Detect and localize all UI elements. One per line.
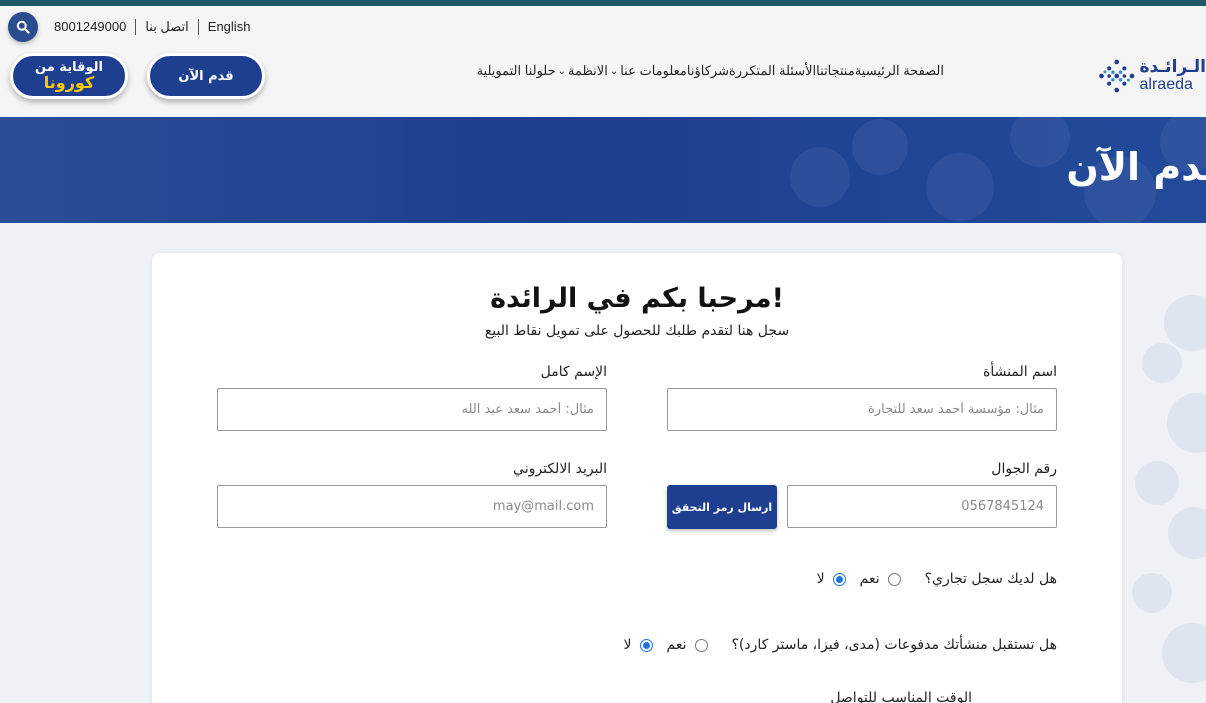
logo-arabic: الـرائـدة <box>1139 56 1206 77</box>
decorative-pattern <box>1122 223 1206 703</box>
registration-form-card: مرحبا بكم في الرائدة! سجل هنا لتقدم طلبك… <box>152 253 1122 703</box>
nav-about[interactable]: معلومات عنا ⌄ <box>608 63 687 79</box>
fullname-label: الإسم كامل <box>540 364 607 380</box>
site-header: 8001249000 اتصل بنا English الوقاية من ك… <box>0 6 1206 117</box>
radio-no[interactable] <box>639 638 653 652</box>
send-verification-button[interactable]: ارسال رمز التحقق <box>667 485 777 529</box>
corona-line2: كورونا <box>43 73 95 92</box>
option-yes-label: نعم <box>666 637 687 653</box>
utility-bar: 8001249000 اتصل بنا English <box>8 12 259 42</box>
nav-solutions[interactable]: حلولنا التمويلية <box>477 63 556 79</box>
commercial-register-question: هل لديك سجل تجاري؟ نعم لا <box>815 571 1057 587</box>
nav-regulations[interactable]: الانظمة ⌄ <box>556 63 608 79</box>
nav-label: منتجاتنا <box>816 63 855 78</box>
nav-faq[interactable]: الأسئلة المتكررة <box>729 63 816 79</box>
option-no-label: لا <box>623 637 632 653</box>
question-text: هل تستقبل منشأتك مدفوعات (مدى، فيزا، ماس… <box>731 637 1058 653</box>
nav-products[interactable]: منتجاتنا <box>816 63 855 79</box>
logo-mark-icon <box>1099 59 1135 93</box>
contact-link[interactable]: اتصل بنا <box>135 19 197 35</box>
language-link[interactable]: English <box>197 19 260 35</box>
apply-now-button[interactable]: قدم الآن <box>147 53 265 99</box>
establishment-label: اسم المنشأة <box>983 364 1057 380</box>
mobile-input[interactable] <box>787 485 1057 528</box>
form-title: مرحبا بكم في الرائدة! <box>490 283 784 314</box>
nav-label: معلومات عنا <box>620 63 687 78</box>
chevron-down-icon: ⌄ <box>557 65 567 77</box>
option-no-label: لا <box>816 571 825 587</box>
option-yes-label: نعم <box>859 571 880 587</box>
nav-label: شركاؤنا <box>686 63 729 78</box>
mobile-label: رقم الجوال <box>991 461 1057 477</box>
establishment-input[interactable] <box>667 388 1057 431</box>
banner-title: قدم الآن <box>1066 145 1206 189</box>
chevron-down-icon: ⌄ <box>609 65 619 77</box>
email-label: البريد الالكتروني <box>513 461 607 477</box>
question-text: هل لديك سجل تجاري؟ <box>924 571 1057 587</box>
nav-label: الأسئلة المتكررة <box>728 63 817 78</box>
nav-label: الصفحة الرئيسية <box>854 63 944 78</box>
radio-no[interactable] <box>832 572 846 586</box>
payments-question: هل تستقبل منشأتك مدفوعات (مدى، فيزا، ماس… <box>622 637 1057 653</box>
nav-label: حلولنا التمويلية <box>476 63 556 78</box>
page-banner: قدم الآن <box>0 117 1206 223</box>
search-button[interactable] <box>8 12 38 42</box>
search-icon <box>16 20 30 34</box>
logo-text: الـرائـدة alraeda <box>1139 56 1206 94</box>
contact-time-label: الوقت المناسب للتواصل <box>830 690 972 703</box>
banner-pattern <box>790 117 1206 223</box>
phone-link[interactable]: 8001249000 <box>38 19 135 35</box>
site-logo[interactable]: الـرائـدة alraeda <box>1098 46 1206 106</box>
nav-partners[interactable]: شركاؤنا <box>687 63 729 79</box>
corona-prevention-button[interactable]: الوقاية من كورونا <box>10 53 128 99</box>
nav-home[interactable]: الصفحة الرئيسية <box>855 63 944 79</box>
fullname-input[interactable] <box>217 388 607 431</box>
form-subtitle: سجل هنا لتقدم طلبك للحصول على تمويل نقاط… <box>484 323 790 339</box>
nav-label: الانظمة <box>568 63 608 78</box>
main-nav: الصفحة الرئيسية منتجاتنا الأسئلة المتكرر… <box>414 60 944 82</box>
logo-english: alraeda <box>1139 75 1193 93</box>
radio-yes[interactable] <box>887 572 901 586</box>
radio-yes[interactable] <box>694 638 708 652</box>
email-input[interactable] <box>217 485 607 528</box>
